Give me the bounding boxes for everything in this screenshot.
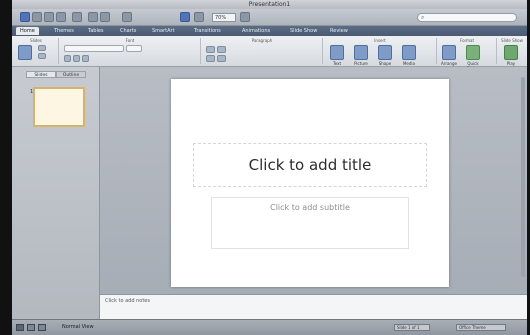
zoom-select[interactable]: 70% bbox=[212, 13, 236, 22]
picture-label: Picture bbox=[354, 61, 368, 66]
play-label: Play bbox=[506, 61, 516, 66]
slides-group-label: Slides bbox=[30, 38, 42, 43]
title-placeholder[interactable]: Click to add title bbox=[193, 143, 427, 187]
new-document-icon[interactable] bbox=[20, 12, 30, 22]
open-icon[interactable] bbox=[44, 12, 54, 22]
notes-pane[interactable]: Click to add notes bbox=[100, 294, 527, 319]
tab-themes[interactable]: Themes bbox=[50, 27, 78, 35]
font-name-select[interactable] bbox=[64, 45, 124, 52]
ribbon-tabs: Home Themes Tables Charts SmartArt Trans… bbox=[12, 26, 527, 36]
format-group-label: Format bbox=[459, 38, 475, 43]
theme-name: Office Theme bbox=[456, 324, 506, 331]
italic-icon[interactable] bbox=[73, 55, 80, 62]
tab-slide-show[interactable]: Slide Show bbox=[286, 27, 321, 35]
templates-icon[interactable] bbox=[32, 12, 42, 22]
slide-show-group: Slide Show Play bbox=[498, 38, 526, 66]
tab-animations[interactable]: Animations bbox=[238, 27, 274, 35]
ribbon: Slides Font Paragraph Insert Text Pictur… bbox=[12, 36, 527, 71]
insert-group-label: Insert bbox=[374, 38, 386, 43]
print-icon[interactable] bbox=[72, 12, 82, 22]
arrange-icon[interactable] bbox=[442, 45, 456, 60]
title-bar: Presentation1 bbox=[12, 0, 527, 9]
slides-pane: Slides Outline 1 bbox=[12, 67, 100, 325]
text-label: Text bbox=[332, 61, 342, 66]
help-icon[interactable] bbox=[240, 12, 250, 22]
search-icon: ⌕ bbox=[421, 14, 425, 21]
section-icon[interactable] bbox=[38, 53, 46, 59]
format-icon[interactable] bbox=[122, 12, 132, 22]
undo-icon[interactable] bbox=[88, 12, 98, 22]
tab-slides-pane[interactable]: Slides bbox=[26, 71, 56, 78]
align-center-icon[interactable] bbox=[217, 55, 226, 62]
tab-tables[interactable]: Tables bbox=[84, 27, 108, 35]
status-bar: Normal View Slide 1 of 1 Office Theme bbox=[12, 319, 527, 335]
text-box-icon[interactable] bbox=[330, 45, 344, 60]
bullets-icon[interactable] bbox=[206, 46, 215, 53]
bold-icon[interactable] bbox=[64, 55, 71, 62]
shape-icon[interactable] bbox=[378, 45, 392, 60]
media-icon[interactable] bbox=[402, 45, 416, 60]
tab-home[interactable]: Home bbox=[16, 27, 39, 35]
font-size-select[interactable] bbox=[126, 45, 142, 52]
slide-editor: Click to add title Click to add subtitle bbox=[100, 67, 527, 294]
format-group: Format Arrange Quick Styles bbox=[438, 38, 497, 71]
play-icon[interactable] bbox=[504, 45, 518, 60]
slide-count: Slide 1 of 1 bbox=[394, 324, 430, 331]
insert-group: Insert Text Picture Shape Media bbox=[324, 38, 437, 66]
slide-sorter-icon[interactable] bbox=[27, 324, 35, 331]
powerpoint-window: Presentation1 70% ⌕ Home Themes Tables C… bbox=[12, 0, 527, 335]
picture-icon[interactable] bbox=[354, 45, 368, 60]
title-placeholder-text: Click to add title bbox=[248, 156, 372, 174]
notes-placeholder: Click to add notes bbox=[105, 298, 150, 304]
paragraph-group: Paragraph bbox=[202, 38, 323, 64]
toolbox-icon[interactable] bbox=[194, 12, 204, 22]
tab-smartart[interactable]: SmartArt bbox=[148, 27, 179, 35]
shape-label: Shape bbox=[378, 61, 392, 66]
quick-styles-icon[interactable] bbox=[466, 45, 480, 60]
font-group: Font bbox=[60, 38, 201, 64]
new-slide-icon[interactable] bbox=[18, 45, 32, 60]
standard-toolbar: 70% ⌕ bbox=[12, 9, 527, 26]
tab-charts[interactable]: Charts bbox=[116, 27, 140, 35]
slide-show-group-label: Slide Show bbox=[501, 38, 523, 43]
align-left-icon[interactable] bbox=[206, 55, 215, 62]
paragraph-group-label: Paragraph bbox=[251, 38, 273, 43]
window-title: Presentation1 bbox=[248, 1, 291, 8]
vertical-scrollbar[interactable] bbox=[521, 77, 525, 277]
slides-group: Slides bbox=[14, 38, 59, 64]
slideshow-view-icon[interactable] bbox=[38, 324, 46, 331]
view-label: Normal View bbox=[62, 324, 94, 330]
numbering-icon[interactable] bbox=[217, 46, 226, 53]
subtitle-placeholder-text: Click to add subtitle bbox=[270, 203, 350, 212]
media-browser-icon[interactable] bbox=[180, 12, 190, 22]
slide-thumbnail[interactable] bbox=[33, 87, 85, 127]
underline-icon[interactable] bbox=[82, 55, 89, 62]
save-icon[interactable] bbox=[56, 12, 66, 22]
tab-transitions[interactable]: Transitions bbox=[190, 27, 225, 35]
slide-canvas[interactable]: Click to add title Click to add subtitle bbox=[171, 79, 449, 287]
tab-review[interactable]: Review bbox=[326, 27, 352, 35]
redo-icon[interactable] bbox=[100, 12, 110, 22]
tab-outline-pane[interactable]: Outline bbox=[56, 71, 86, 78]
media-label: Media bbox=[402, 61, 415, 66]
normal-view-icon[interactable] bbox=[16, 324, 24, 331]
font-group-label: Font bbox=[125, 38, 135, 43]
subtitle-placeholder[interactable]: Click to add subtitle bbox=[211, 197, 409, 249]
arrange-label: Arrange bbox=[441, 61, 457, 66]
layout-icon[interactable] bbox=[38, 45, 46, 51]
search-input[interactable]: ⌕ bbox=[417, 13, 517, 22]
